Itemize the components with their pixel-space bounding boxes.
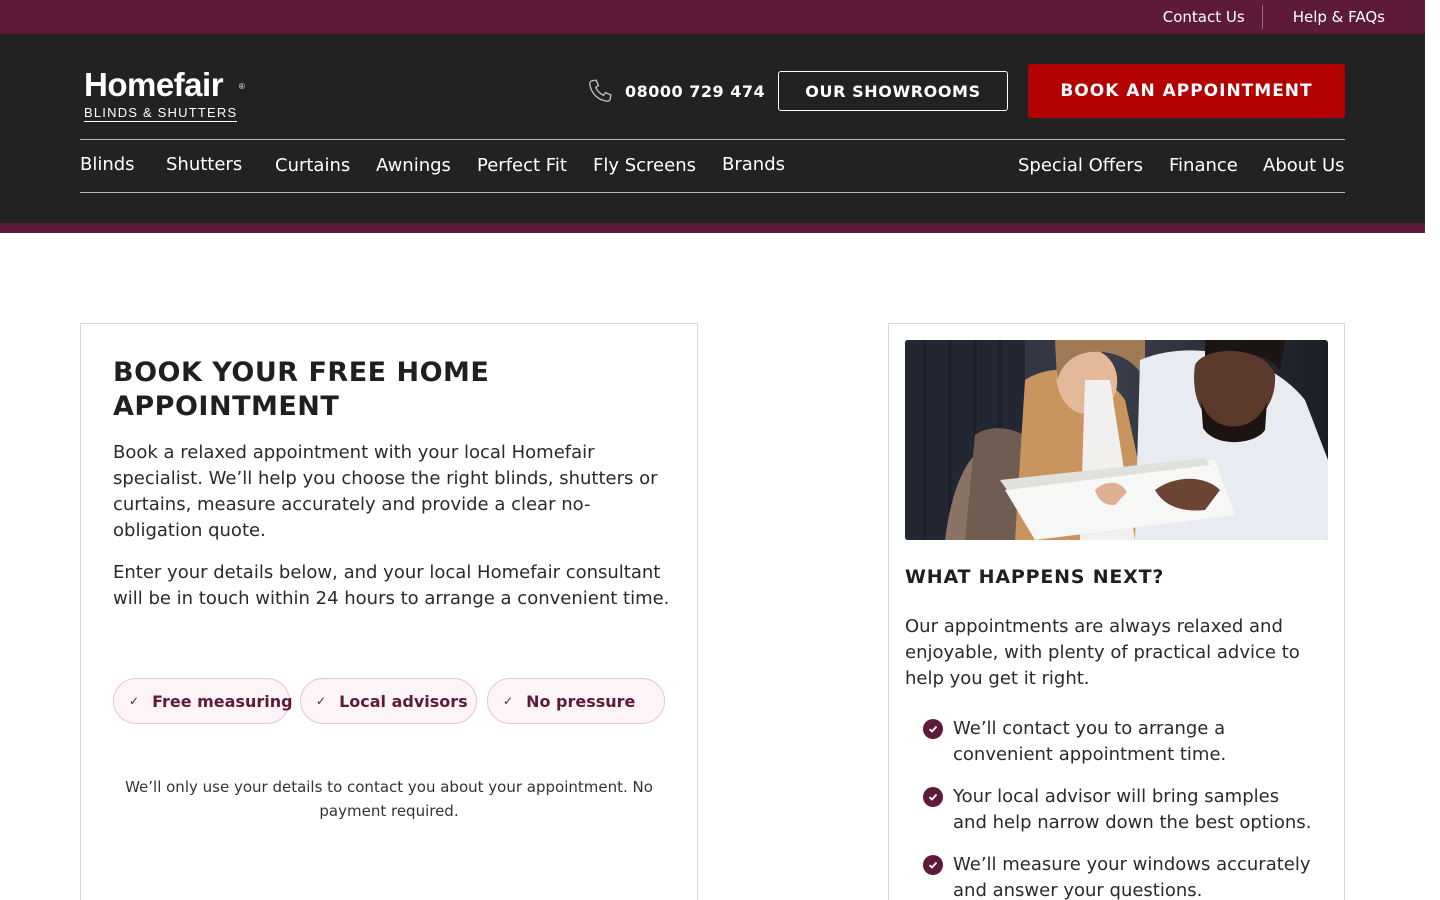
nav-item-shutters[interactable]: Shutters [166,154,242,175]
nav-item-blinds[interactable]: Blinds [80,154,135,175]
nav-item-special-offers[interactable]: Special Offers [1018,155,1143,176]
nav-item-fly-screens[interactable]: Fly Screens [593,155,696,176]
section-title: WHAT HAPPENS NEXT? [905,566,1165,588]
step-text: We’ll measure your windows accurately an… [953,854,1311,900]
what-happens-next-card: WHAT HAPPENS NEXT? Our appointments are … [888,323,1345,900]
step-text: Your local advisor will bring samples an… [953,786,1312,833]
booking-card: BOOK YOUR FREE HOME APPOINTMENT Book a r… [80,323,698,900]
check-icon: ✓ [129,694,140,708]
consultation-photo [905,340,1328,540]
feature-pill-free-measuring: ✓ Free measuring [113,678,293,724]
pill-label: Local advisors [339,691,468,711]
help-faqs-link[interactable]: Help & FAQs [1293,8,1385,26]
homefair-logo[interactable]: Homefair ® BLINDS & SHUTTERS [84,66,245,122]
check-icon: ✓ [503,694,514,708]
nav-item-brands[interactable]: Brands [722,154,785,175]
book-appointment-button[interactable]: BOOK AN APPOINTMENT [1028,64,1345,118]
nav-item-perfect-fit[interactable]: Perfect Fit [477,155,567,176]
divider [1261,5,1263,29]
nav-item-about-us[interactable]: About Us [1263,155,1345,176]
booking-intro: Book a relaxed appointment with your loc… [113,442,658,541]
logo-wordmark: Homefair ® [84,66,245,103]
top-utility-bar: Contact Us Help & FAQs [0,0,1425,34]
section-intro: Our appointments are always relaxed and … [905,616,1300,689]
check-circle-icon [923,855,943,875]
phone-icon [589,79,612,102]
check-circle-icon [923,787,943,807]
check-circle-icon [923,719,943,739]
feature-pill-local-advisors: ✓ Local advisors [300,678,477,724]
pill-label: Free measuring [152,691,293,711]
nav-item-finance[interactable]: Finance [1169,155,1238,176]
nav-item-awnings[interactable]: Awnings [376,155,451,176]
page-title: BOOK YOUR FREE HOME APPOINTMENT [113,357,490,422]
our-showrooms-button[interactable]: OUR SHOWROOMS [778,71,1008,111]
check-icon: ✓ [316,694,327,708]
site-header: Homefair ® BLINDS & SHUTTERS 08000 729 47… [0,34,1425,223]
step-text: We’ll contact you to arrange a convenien… [953,718,1227,765]
header-accent-strip [0,223,1425,233]
logo-tagline: BLINDS & SHUTTERS [84,105,238,122]
main-navigation: Blinds Shutters Curtains Awnings Perfect… [80,139,1345,193]
privacy-disclaimer: We’ll only use your details to contact y… [125,778,653,820]
nav-item-curtains[interactable]: Curtains [275,155,350,176]
booking-instructions: Enter your details below, and your local… [113,562,670,609]
step-item: We’ll measure your windows accurately an… [923,852,1313,900]
pill-label: No pressure [526,691,636,711]
step-item: We’ll contact you to arrange a convenien… [923,716,1313,768]
utility-links: Contact Us Help & FAQs [1163,0,1385,34]
feature-pill-no-pressure: ✓ No pressure [487,678,665,724]
contact-us-link[interactable]: Contact Us [1163,8,1245,26]
step-item: Your local advisor will bring samples an… [923,784,1313,836]
phone-link[interactable]: 08000 729 474 [587,78,765,104]
phone-number: 08000 729 474 [625,81,766,101]
